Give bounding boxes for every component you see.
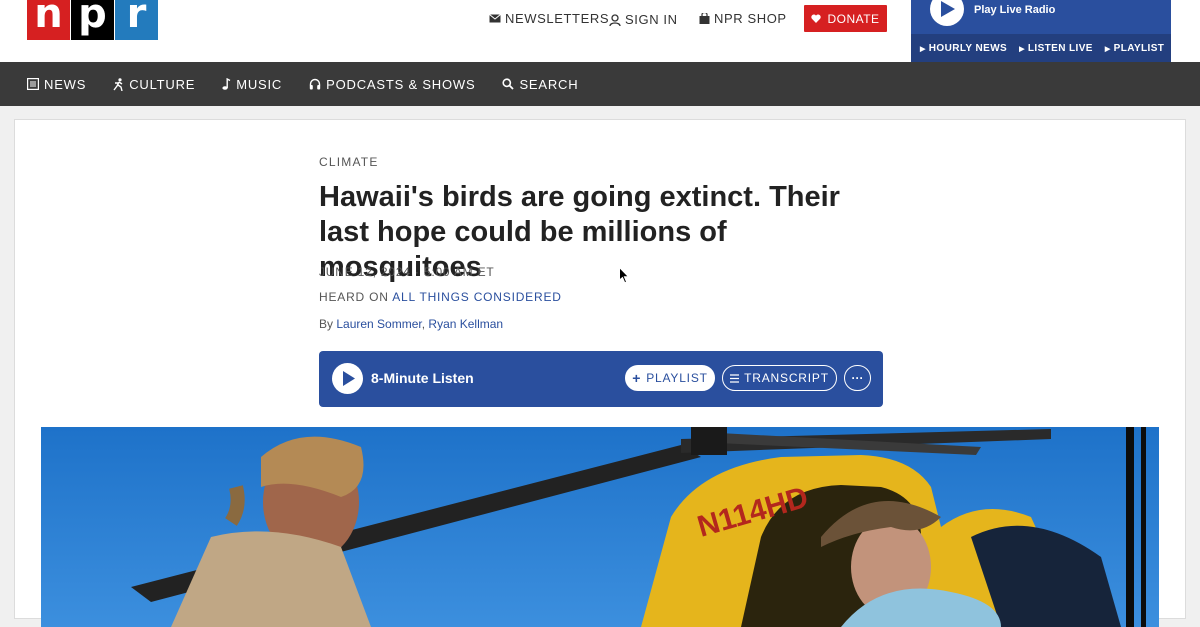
radio-playlist-link[interactable]: ▶ PLAYLIST xyxy=(1105,43,1164,54)
donate-label: DONATE xyxy=(827,11,880,26)
envelope-icon xyxy=(489,14,501,23)
npr-shop-link[interactable]: NPR SHOP xyxy=(699,11,787,26)
hourly-news-link[interactable]: ▶ HOURLY NEWS xyxy=(920,43,1007,54)
article-category[interactable]: CLIMATE xyxy=(319,155,883,169)
nav-news-label: NEWS xyxy=(44,76,87,92)
main-nav: NEWS CULTURE MUSIC PODCASTS & SHOWS SEAR… xyxy=(0,62,1200,106)
audio-player: 8-Minute Listen + PLAYLIST TRANSCRIPT ··… xyxy=(319,351,883,407)
npr-logo[interactable]: n p r xyxy=(27,0,158,40)
play-live-radio-button[interactable] xyxy=(930,0,964,26)
nav-item-culture[interactable]: CULTURE xyxy=(113,77,195,92)
donate-button[interactable]: DONATE xyxy=(804,5,887,32)
hourly-news-label: HOURLY NEWS xyxy=(928,42,1008,54)
lead-photo-illustration: N114HD xyxy=(41,427,1159,627)
transcript-button[interactable]: TRANSCRIPT xyxy=(722,365,837,391)
nav-search-label: SEARCH xyxy=(519,76,579,92)
play-icon xyxy=(343,371,355,386)
logo-letter-n: n xyxy=(27,0,70,40)
show-link[interactable]: ALL THINGS CONSIDERED xyxy=(392,290,562,304)
more-options-icon: ··· xyxy=(851,371,864,385)
sign-in-link[interactable]: SIGN IN xyxy=(609,12,678,27)
play-live-radio-label[interactable]: Play Live Radio xyxy=(974,4,1055,16)
news-icon xyxy=(27,78,39,90)
newsletters-label: NEWSLETTERS xyxy=(505,11,610,26)
byline: By Lauren Sommer, Ryan Kellman xyxy=(319,317,883,331)
culture-icon xyxy=(113,77,123,91)
nav-podcasts-label: PODCASTS & SHOWS xyxy=(326,76,476,92)
music-icon xyxy=(222,78,231,90)
nav-item-search[interactable]: SEARCH xyxy=(502,77,578,92)
article-card: CLIMATE Hawaii's birds are going extinct… xyxy=(14,119,1186,627)
plus-icon: + xyxy=(632,370,642,386)
search-icon xyxy=(502,78,515,90)
nav-item-music[interactable]: MUSIC xyxy=(222,77,282,92)
play-icon xyxy=(941,1,955,17)
shopping-bag-icon xyxy=(699,13,710,24)
nav-item-podcasts[interactable]: PODCASTS & SHOWS xyxy=(309,77,475,92)
user-icon xyxy=(609,13,621,26)
byline-prefix: By xyxy=(319,317,337,331)
newsletters-link[interactable]: NEWSLETTERS xyxy=(489,11,609,26)
heard-on-prefix: HEARD ON xyxy=(319,290,393,304)
add-to-playlist-button[interactable]: + PLAYLIST xyxy=(625,365,715,391)
more-options-button[interactable]: ··· xyxy=(844,365,871,391)
live-radio-widget: Play Live Radio ▶ HOURLY NEWS ▶ LISTEN LIV… xyxy=(911,0,1171,62)
play-audio-button[interactable] xyxy=(332,363,363,394)
playlist-label: PLAYLIST xyxy=(646,371,708,385)
heart-icon xyxy=(811,14,822,23)
logo-letter-p: p xyxy=(71,0,114,40)
lead-photo: N114HD xyxy=(41,427,1159,627)
author-link[interactable]: Ryan Kellman xyxy=(428,317,503,331)
nav-culture-label: CULTURE xyxy=(129,76,196,92)
npr-shop-label: NPR SHOP xyxy=(714,11,787,26)
listen-live-label: LISTEN LIVE xyxy=(1027,42,1093,54)
nav-music-label: MUSIC xyxy=(236,76,283,92)
transcript-icon xyxy=(730,373,740,383)
triangle-right-icon: ▶ xyxy=(920,45,926,53)
author-link[interactable]: Lauren Sommer xyxy=(336,317,421,331)
triangle-right-icon: ▶ xyxy=(1104,45,1111,53)
sign-in-label: SIGN IN xyxy=(625,12,678,27)
headphones-icon xyxy=(309,78,321,90)
logo-letter-r: r xyxy=(115,0,158,40)
transcript-label: TRANSCRIPT xyxy=(744,371,829,385)
triangle-right-icon: ▶ xyxy=(1019,45,1025,53)
nav-item-news[interactable]: NEWS xyxy=(27,77,86,92)
radio-playlist-label: PLAYLIST xyxy=(1113,42,1165,54)
listen-duration: 8-Minute Listen xyxy=(371,370,474,386)
heard-on: HEARD ON ALL THINGS CONSIDERED xyxy=(319,290,883,304)
mouse-cursor-icon xyxy=(619,267,630,284)
listen-live-link[interactable]: ▶ LISTEN LIVE xyxy=(1019,43,1093,54)
top-bar: n p r NEWSLETTERS SIGN IN NPR SHOP DONAT… xyxy=(0,0,1200,62)
radio-links: ▶ HOURLY NEWS ▶ LISTEN LIVE ▶ PLAYLIST xyxy=(911,34,1171,62)
article-date: JUNE 12, 2024 · 5:00 AM ET xyxy=(319,265,495,279)
